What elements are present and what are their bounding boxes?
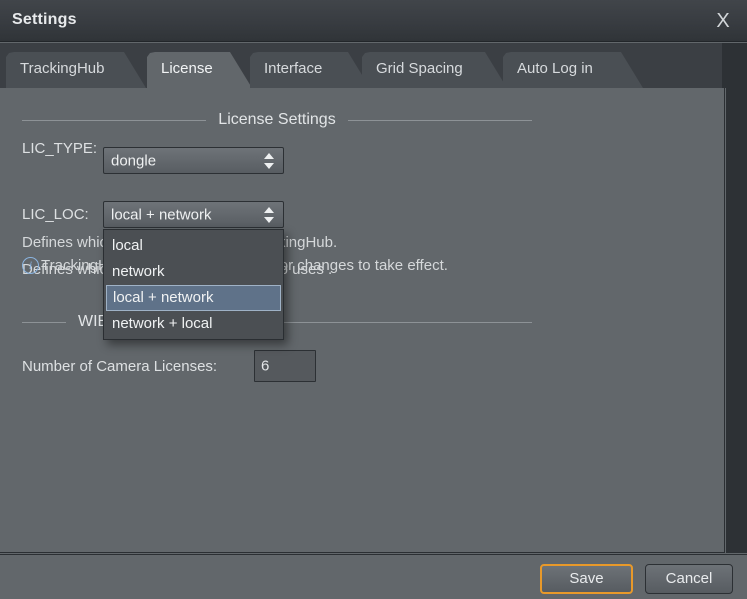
tab-label: Grid Spacing [376, 60, 463, 77]
dialog-footer: Save Cancel [0, 554, 747, 599]
camera-licenses-input[interactable]: 6 [254, 350, 316, 382]
tab-label: Auto Log in [517, 60, 593, 77]
tab-auto-log-in[interactable]: Auto Log in [503, 52, 643, 88]
title-bar: Settings X [0, 0, 747, 42]
chevron-updown-icon [264, 206, 275, 224]
close-icon[interactable]: X [709, 8, 737, 34]
cancel-button[interactable]: Cancel [645, 564, 733, 594]
camera-licenses-value: 6 [261, 357, 270, 375]
tab-bar: TrackingHub License Interface Grid Spaci… [0, 43, 722, 88]
lic-loc-value: local + network [111, 206, 212, 223]
group-rule-right [347, 119, 532, 121]
group-rule-left [22, 119, 207, 121]
lic-type-value: dongle [111, 152, 157, 169]
settings-window: Settings X TrackingHub License Interface… [0, 0, 747, 599]
lic-loc-dropdown-popup[interactable]: local network local + network network + … [103, 229, 284, 340]
group-title: License Settings [218, 111, 336, 128]
license-settings-group-header: License Settings [22, 110, 532, 130]
tab-bar-filler [722, 43, 747, 88]
dropdown-option-local-network[interactable]: local + network [106, 285, 281, 311]
dropdown-option-network[interactable]: network [106, 259, 281, 285]
lic-type-combobox[interactable]: dongle [103, 147, 284, 174]
chevron-updown-icon [264, 152, 275, 170]
tab-label: Interface [264, 60, 323, 77]
lic-loc-label: LIC_LOC: [22, 206, 89, 223]
camera-licenses-label: Number of Camera Licenses: [22, 358, 218, 375]
dropdown-option-local[interactable]: local [106, 233, 281, 259]
lic-type-label: LIC_TYPE: [22, 140, 98, 157]
panel-edge-strip [726, 88, 747, 553]
tab-trackinghub[interactable]: TrackingHub [6, 52, 146, 88]
window-title: Settings [12, 11, 77, 28]
save-button[interactable]: Save [540, 564, 633, 594]
group-rule-left [22, 321, 66, 323]
tab-label: TrackingHub [20, 60, 105, 77]
lic-loc-combobox[interactable]: local + network [103, 201, 284, 228]
dropdown-option-network-local[interactable]: network + local [106, 311, 281, 337]
info-icon: i [22, 257, 39, 274]
tab-grid-spacing[interactable]: Grid Spacing [362, 52, 507, 88]
tab-license[interactable]: License [147, 52, 252, 88]
tab-label: License [161, 60, 213, 77]
tab-interface[interactable]: Interface [250, 52, 370, 88]
